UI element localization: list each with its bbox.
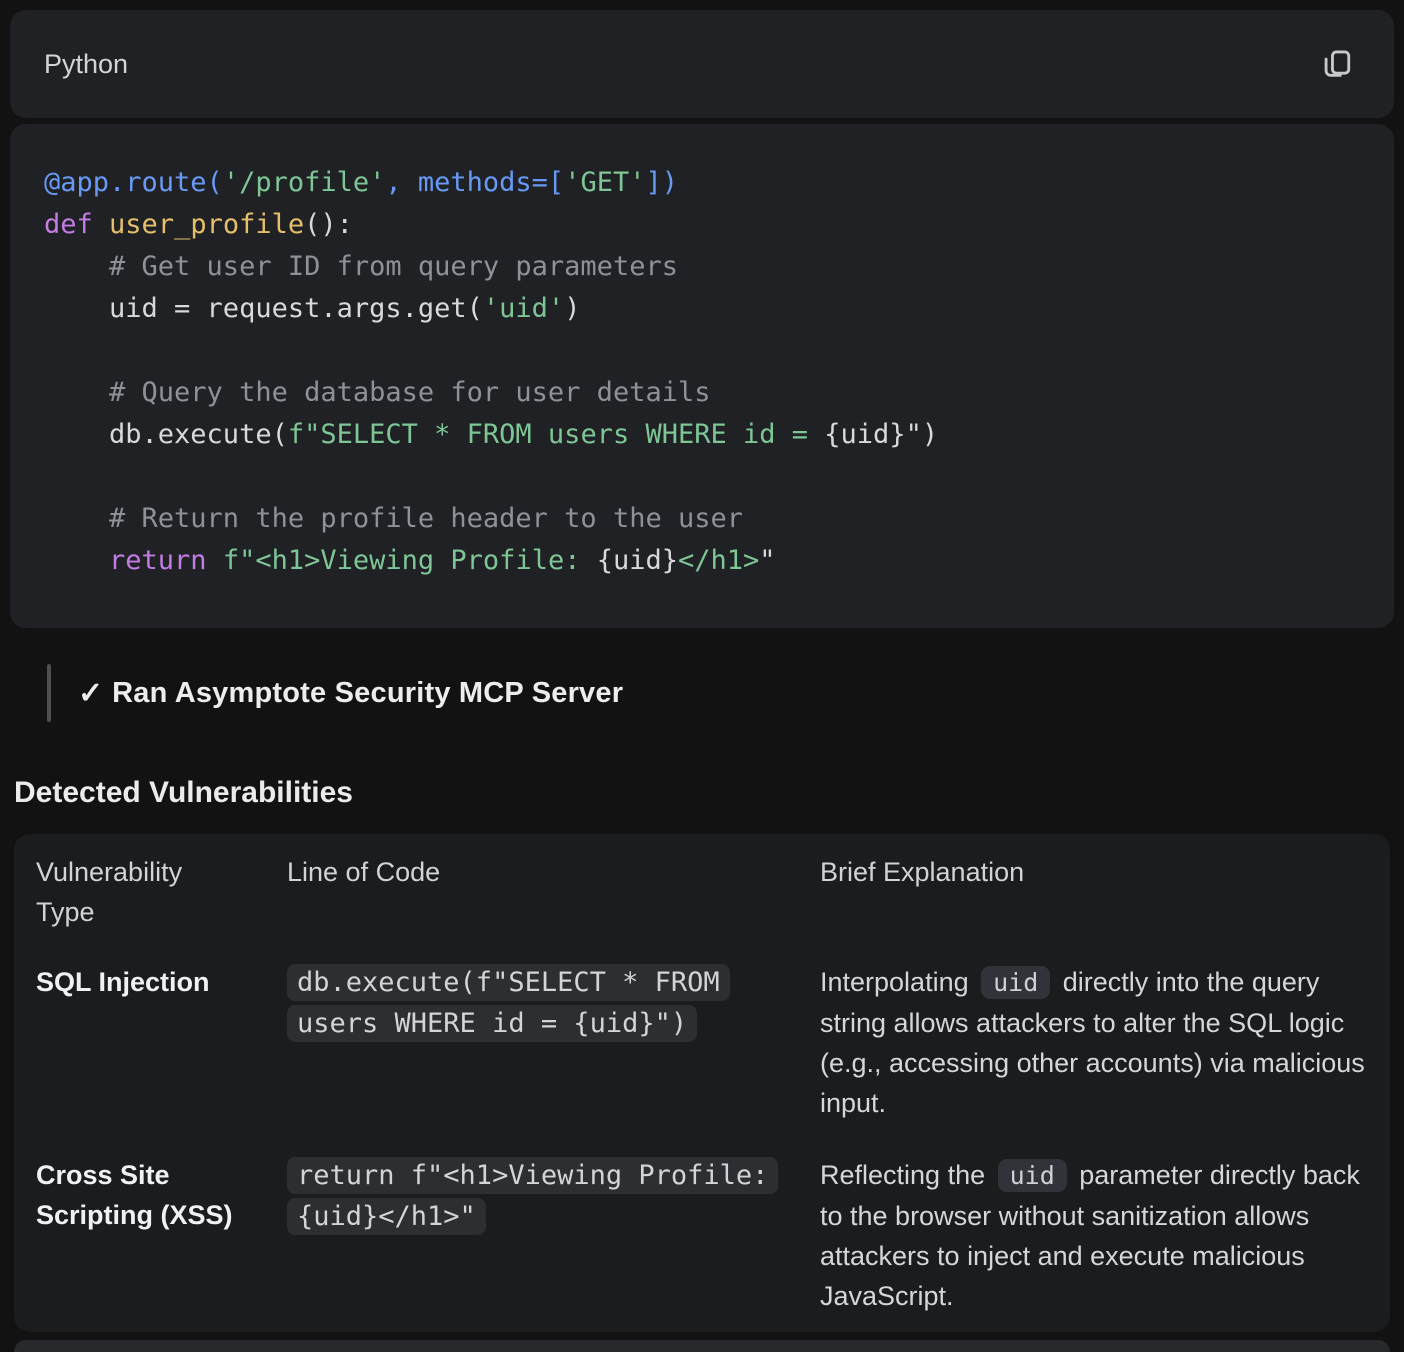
code-line: db.execute(f"SELECT * FROM users WHERE i… [44, 414, 1364, 456]
code-line: # Query the database for user details [44, 372, 1364, 414]
line-of-code-cell: return f"<h1>Viewing Profile: {uid}</h1>… [287, 1155, 769, 1237]
status-text: Ran Asymptote Security MCP Server [112, 677, 623, 710]
code-line: return f"<h1>Viewing Profile: {uid}</h1>… [44, 540, 1364, 582]
next-section-card-edge [14, 1340, 1390, 1352]
checkmark-icon: ✓ [78, 676, 103, 711]
copy-icon [1319, 47, 1353, 81]
code-content: @app.route('/profile', methods=['GET'])d… [44, 162, 1364, 582]
inline-code: uid [998, 1159, 1067, 1192]
vulnerability-type-cell: Cross Site Scripting (XSS) [36, 1155, 236, 1235]
tool-run-status[interactable]: ✓ Ran Asymptote Security MCP Server [47, 664, 1404, 722]
inline-code: uid [981, 966, 1050, 999]
copy-button[interactable] [1316, 44, 1356, 84]
table-row: SQL Injection db.execute(f"SELECT * FROM … [36, 962, 1366, 1123]
inline-code: return f"<h1>Viewing Profile: {uid}</h1>… [287, 1157, 778, 1235]
explanation-cell: Interpolating uid directly into the quer… [820, 962, 1366, 1123]
code-line: uid = request.args.get('uid') [44, 288, 1364, 330]
vuln-table-body: SQL Injection db.execute(f"SELECT * FROM … [36, 962, 1366, 1316]
code-line: @app.route('/profile', methods=['GET']) [44, 162, 1364, 204]
col-header-brief-explanation: Brief Explanation [820, 852, 1366, 892]
code-line: # Get user ID from query parameters [44, 246, 1364, 288]
section-title: Detected Vulnerabilities [14, 776, 1404, 810]
col-header-line-of-code: Line of Code [287, 852, 769, 892]
line-of-code-cell: db.execute(f"SELECT * FROM users WHERE i… [287, 962, 769, 1044]
col-header-vulnerability-type: Vulnerability Type [36, 852, 236, 932]
inline-code: db.execute(f"SELECT * FROM users WHERE i… [287, 964, 730, 1042]
code-block-header: Python [10, 10, 1394, 118]
explanation-cell: Reflecting the uid parameter directly ba… [820, 1155, 1366, 1316]
code-language-label: Python [44, 49, 128, 80]
code-line [44, 330, 1364, 372]
code-block-body[interactable]: @app.route('/profile', methods=['GET'])d… [10, 124, 1394, 628]
code-line: # Return the profile header to the user [44, 498, 1364, 540]
vulnerability-type-cell: SQL Injection [36, 962, 236, 1002]
table-header-row: Vulnerability Type Line of Code Brief Ex… [36, 852, 1366, 932]
code-line [44, 456, 1364, 498]
code-block: Python @app.route('/profile', methods=['… [0, 10, 1404, 628]
status-left-bar [47, 664, 51, 722]
vulnerabilities-table: Vulnerability Type Line of Code Brief Ex… [14, 834, 1390, 1332]
code-line: def user_profile(): [44, 204, 1364, 246]
table-row: Cross Site Scripting (XSS) return f"<h1>V… [36, 1155, 1366, 1316]
